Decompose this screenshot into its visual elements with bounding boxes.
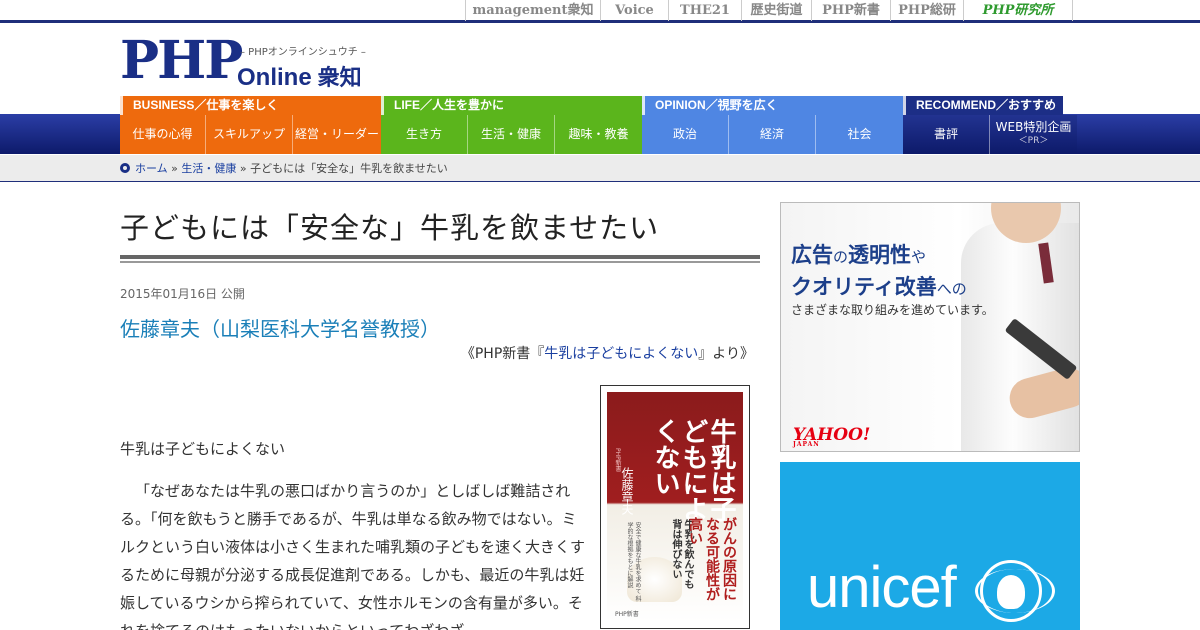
unicef-emblem-icon [975, 560, 1055, 622]
nav-item-shohyo[interactable]: 書評 [903, 115, 990, 154]
nav-opinion-items: 政治 経済 社会 [642, 115, 903, 154]
article-author: 佐藤章夫（山梨医科大学名誉教授） [120, 317, 440, 341]
title-divider [120, 255, 760, 263]
nav-category-opinion: OPINION／視野を広く 政治 経済 社会 [642, 96, 903, 154]
breadcrumb-sep: » [167, 162, 182, 175]
ad-particle: や [911, 248, 927, 266]
article-body: 牛乳は子どもによくない 「なぜあなたは牛乳の悪口ばかり言うのか」としばしば難詰さ… [120, 435, 588, 630]
logo-php-text: PHP [120, 30, 243, 91]
nav-category-recommend: RECOMMEND／おすすめ 書評 WEB特別企画 ＜PR＞ [903, 96, 1077, 154]
nav-category-business-head[interactable]: BUSINESS／仕事を楽しく [120, 96, 381, 115]
article-date: 2015年01月16日 公開 [120, 287, 245, 301]
ad-word: クオリティ改善 [791, 275, 937, 299]
yahoo-ad-banner[interactable]: 広告の透明性や クオリティ改善への さまざまな取り組みを進めています。 YAHO… [780, 202, 1080, 452]
source-book-link[interactable]: 牛乳は子どもによくない [544, 346, 698, 362]
network-link-rekishikaido[interactable]: 歴史街道 [741, 0, 811, 21]
article-paragraph: 「なぜあなたは牛乳の悪口ばかり言うのか」としばしば難詰される。「何を飲もうと勝手… [120, 482, 586, 630]
breadcrumb-current: 子どもには「安全な」牛乳を飲ませたい [250, 162, 448, 175]
site-logo[interactable]: PHP – PHPオンラインシュウチ – Online 衆知 [120, 30, 380, 92]
book-cover-image: PHP新書 牛乳は子どもによくない 佐藤章夫 安全で健康な牛乳を求めて 科学的な… [607, 392, 743, 622]
network-link-php-soken[interactable]: PHP総研 [890, 0, 963, 21]
ad-headline-line1: 広告の透明性や [791, 239, 926, 269]
breadcrumb: ホーム » 生活・健康 » 子どもには「安全な」牛乳を飲ませたい [120, 155, 448, 182]
nav-item-seiji[interactable]: 政治 [642, 115, 729, 154]
nav-item-shumi-kyoyo[interactable]: 趣味・教養 [555, 115, 642, 154]
ad-headline-line2: クオリティ改善への [791, 271, 967, 301]
breadcrumb-home-link[interactable]: ホーム [135, 162, 168, 175]
network-link-the21[interactable]: THE21 [668, 0, 741, 21]
unicef-ad-banner[interactable]: unicef [780, 462, 1080, 630]
nav-item-shigoto-no-kokoroe[interactable]: 仕事の心得 [120, 115, 206, 154]
book-tagline-primary: がんの原因になる可能性が高い [687, 517, 737, 601]
network-link-management[interactable]: management衆知 [465, 0, 600, 21]
unicef-logo-text: unicef [807, 555, 957, 620]
network-link-voice[interactable]: Voice [600, 0, 668, 21]
source-suffix: 』より》 [698, 346, 754, 362]
nav-item-pr-label: ＜PR＞ [1018, 136, 1049, 146]
nav-category-recommend-head[interactable]: RECOMMEND／おすすめ [903, 96, 1063, 115]
ad-particle: への [936, 280, 967, 298]
article-source: 《PHP新書『牛乳は子どもによくない』より》 [461, 343, 754, 363]
nav-recommend-items: 書評 WEB特別企画 ＜PR＞ [903, 115, 1077, 154]
source-prefix: 《PHP新書『 [460, 346, 545, 362]
logo-online-text: Online 衆知 [237, 60, 362, 92]
nav-item-web-tokubetsu[interactable]: WEB特別企画 ＜PR＞ [990, 115, 1077, 154]
yahoo-japan-logo: YAHOO! JAPAN [793, 425, 870, 448]
ad-person-image [931, 203, 1079, 451]
book-fine-print: 安全で健康な牛乳を求めて 科学的な根拠をもとに解説 [626, 522, 641, 602]
nav-item-web-tokubetsu-label: WEB特別企画 [995, 120, 1072, 134]
ad-subline: さまざまな取り組みを進めています。 [791, 303, 994, 317]
global-nav: BUSINESS／仕事を楽しく 仕事の心得 スキルアップ 経営・リーダー LIF… [0, 96, 1200, 154]
logo-online-word: Online [237, 64, 312, 91]
nav-item-keizai[interactable]: 経済 [729, 115, 816, 154]
article-title: 子どもには「安全な」牛乳を飲ませたい [120, 211, 660, 245]
book-publisher: PHP新書 [615, 611, 639, 618]
nav-item-ikikata[interactable]: 生き方 [381, 115, 468, 154]
network-link-php-shinsho[interactable]: PHP新書 [811, 0, 890, 21]
nav-life-items: 生き方 生活・健康 趣味・教養 [381, 115, 642, 154]
article-lead: 牛乳は子どもによくない [120, 440, 286, 458]
breadcrumb-bar: ホーム » 生活・健康 » 子どもには「安全な」牛乳を飲ませたい [0, 155, 1200, 182]
logo-shuchi-word: 衆知 [317, 65, 362, 91]
breadcrumb-bullet-icon [120, 163, 130, 173]
nav-business-items: 仕事の心得 スキルアップ 経営・リーダー [120, 115, 381, 154]
nav-category-opinion-head[interactable]: OPINION／視野を広く [642, 96, 903, 115]
ad-particle: の [833, 248, 849, 266]
network-links: management衆知 Voice THE21 歴史街道 PHP新書 PHP総… [465, 0, 1073, 21]
network-link-php-kenkyusho[interactable]: PHP研究所 [963, 0, 1073, 21]
article: 子どもには「安全な」牛乳を飲ませたい 2015年01月16日 公開 佐藤章夫（山… [120, 202, 760, 630]
nav-category-life: LIFE／人生を豊かに 生き方 生活・健康 趣味・教養 [381, 96, 642, 154]
book-title: 牛乳は子どもによくない [650, 418, 736, 522]
nav-category-business: BUSINESS／仕事を楽しく 仕事の心得 スキルアップ 経営・リーダー [120, 96, 381, 154]
book-cover-frame[interactable]: PHP新書 牛乳は子どもによくない 佐藤章夫 安全で健康な牛乳を求めて 科学的な… [600, 385, 750, 629]
logo-tagline: – PHPオンラインシュウチ – [240, 47, 366, 58]
nav-category-life-head[interactable]: LIFE／人生を豊かに [381, 96, 642, 115]
ad-word: 透明性 [848, 243, 912, 267]
nav-item-seikatsu-kenko[interactable]: 生活・健康 [468, 115, 555, 154]
book-author: 佐藤章夫 [620, 467, 634, 515]
ad-word: 広告 [791, 243, 833, 267]
breadcrumb-category-link[interactable]: 生活・健康 [181, 162, 236, 175]
network-bar: management衆知 Voice THE21 歴史街道 PHP新書 PHP総… [0, 0, 1200, 23]
nav-item-skill-up[interactable]: スキルアップ [206, 115, 293, 154]
breadcrumb-sep: » [236, 162, 251, 175]
nav-item-keiei-leader[interactable]: 経営・リーダー [293, 115, 381, 154]
nav-item-shakai[interactable]: 社会 [816, 115, 903, 154]
